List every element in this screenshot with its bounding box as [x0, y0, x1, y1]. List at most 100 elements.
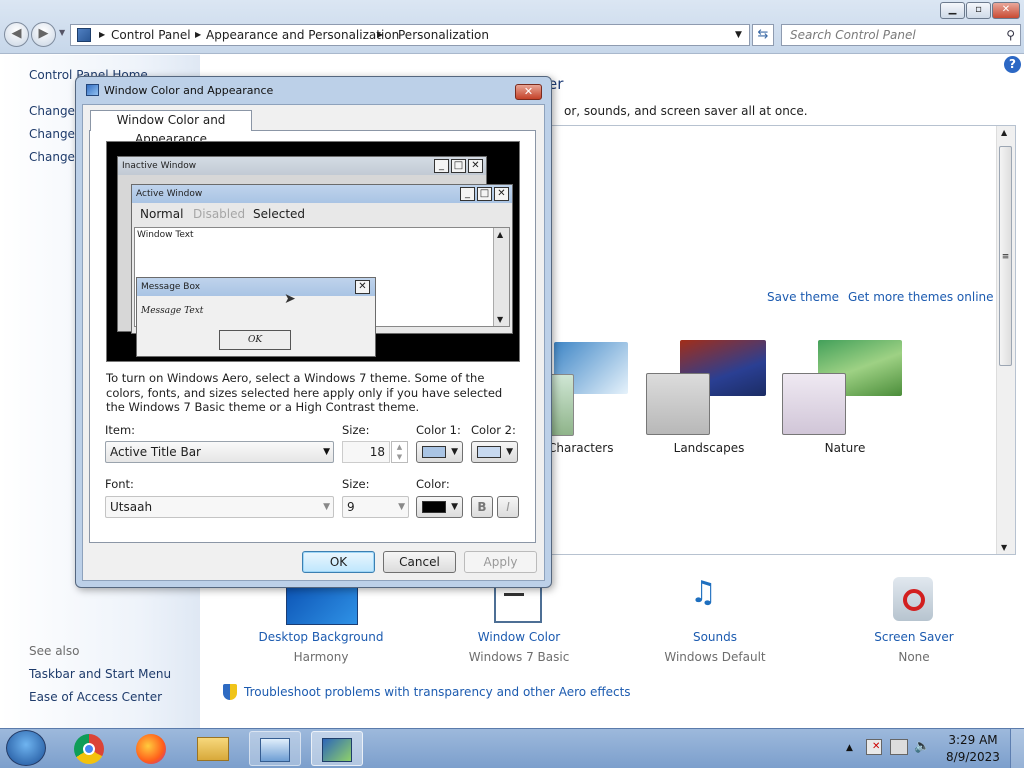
font-color-dropdown-icon: ▼ — [451, 502, 458, 512]
appearance-preview[interactable]: Inactive Window _ □ ✕ Active Window _ □ … — [106, 141, 520, 362]
search-placeholder: Search Control Panel — [790, 28, 916, 42]
clock-date[interactable]: 8/9/2023 — [942, 750, 1004, 764]
theme-name-characters: Characters — [548, 441, 614, 455]
control-panel-icon — [77, 28, 91, 42]
color2-picker[interactable]: ▼ — [471, 441, 518, 463]
theme-name-landscapes: Landscapes — [673, 441, 745, 455]
forward-button[interactable]: ▶ — [31, 22, 56, 47]
item-size-input[interactable]: 18 — [342, 441, 390, 463]
close-button[interactable]: ✕ — [992, 2, 1020, 19]
title-and-address-bar: ▁ ▫ ✕ ◀ ▶ ▼ ▶ Control Panel ▶ Appearance… — [0, 0, 1024, 54]
breadcrumb-appearance[interactable]: Appearance and Personalization — [206, 25, 399, 45]
active-close-icon: ✕ — [494, 187, 509, 201]
start-button[interactable] — [6, 730, 46, 766]
inactive-window-title: Inactive Window — [118, 157, 486, 175]
apply-button[interactable]: Apply — [464, 551, 537, 573]
theme-name-nature: Nature — [824, 441, 866, 455]
window-color-icon[interactable] — [494, 583, 542, 623]
item-select[interactable]: Active Title Bar ▼ — [105, 441, 334, 463]
volume-icon[interactable]: 🔈 — [914, 739, 930, 755]
minimize-button[interactable]: ▁ — [940, 2, 965, 19]
explorer-taskbar-icon[interactable] — [187, 731, 239, 766]
scroll-up-icon[interactable]: ▲ — [1001, 128, 1007, 137]
sounds-icon[interactable]: ♫ — [690, 575, 717, 610]
get-more-themes-link[interactable]: Get more themes online — [848, 290, 994, 304]
save-theme-link[interactable]: Save theme — [767, 290, 839, 304]
chrome-taskbar-icon[interactable] — [63, 731, 115, 766]
item-label: Item: — [105, 423, 136, 437]
font-value: Utsaah — [110, 500, 153, 514]
cancel-button[interactable]: Cancel — [383, 551, 456, 573]
address-dropdown-icon[interactable]: ▼ — [735, 25, 742, 45]
active-min-icon: _ — [460, 187, 475, 201]
back-button[interactable]: ◀ — [4, 22, 29, 47]
show-desktop-button[interactable] — [1010, 729, 1024, 768]
item-value: Active Title Bar — [110, 445, 201, 459]
search-input[interactable]: Search Control Panel ⚲ — [781, 24, 1021, 46]
screen-saver-value: None — [898, 650, 930, 664]
scroll-down-icon[interactable]: ▼ — [1001, 543, 1007, 552]
window-text: Window Text — [137, 230, 194, 240]
breadcrumb-control-panel[interactable]: Control Panel — [111, 25, 191, 45]
page-subtitle: or, sounds, and screen saver all at once… — [564, 104, 808, 118]
desktop-background-value: Harmony — [293, 650, 349, 664]
scrollbar-thumb[interactable]: ≡ — [999, 146, 1012, 366]
font-size-dropdown-icon: ▼ — [398, 502, 405, 512]
search-icon[interactable]: ⚲ — [1006, 25, 1015, 45]
screen-saver-icon[interactable] — [893, 577, 933, 621]
breadcrumb-personalization[interactable]: Personalization — [398, 25, 489, 45]
font-color-swatch — [422, 501, 446, 513]
font-label: Font: — [105, 477, 134, 491]
troubleshoot-link[interactable]: Troubleshoot problems with transparency … — [244, 685, 631, 699]
maximize-button[interactable]: ▫ — [966, 2, 991, 19]
inactive-max-icon: □ — [451, 159, 466, 173]
window-color-link[interactable]: Window Color — [439, 630, 599, 644]
dialog-title-icon — [86, 84, 99, 96]
breadcrumb-separator-icon: ▶ — [195, 30, 202, 39]
network-icon[interactable] — [890, 739, 908, 755]
color1-picker[interactable]: ▼ — [416, 441, 463, 463]
preview-message-box: Message Box ✕ Message Text OK — [136, 277, 376, 357]
bold-button[interactable]: B — [471, 496, 493, 518]
taskbar-start-menu-link[interactable]: Taskbar and Start Menu — [29, 667, 171, 681]
theme-list-scrollbar[interactable]: ≡ ▲ ▼ — [996, 126, 1015, 554]
italic-button[interactable]: I — [497, 496, 519, 518]
clock-time[interactable]: 3:29 AM — [942, 733, 1004, 747]
message-ok-button: OK — [219, 330, 291, 350]
tab-window-color[interactable]: Window Color and Appearance — [90, 110, 252, 146]
font-color-picker[interactable]: ▼ — [416, 496, 463, 518]
font-size-select[interactable]: 9 ▼ — [342, 496, 409, 518]
desktop-background-link[interactable]: Desktop Background — [241, 630, 401, 644]
message-text: Message Text — [141, 306, 204, 316]
see-also-heading: See also — [29, 644, 80, 658]
dialog-close-button[interactable]: ✕ — [515, 84, 542, 100]
item-dropdown-icon: ▼ — [323, 447, 330, 457]
sounds-link[interactable]: Sounds — [635, 630, 795, 644]
personalization-taskbar-icon[interactable] — [311, 731, 363, 766]
color1-label: Color 1: — [416, 423, 461, 437]
control-panel-taskbar-icon[interactable] — [249, 731, 301, 766]
ok-button[interactable]: OK — [302, 551, 375, 573]
action-center-icon[interactable]: ✕ — [866, 739, 882, 755]
address-bar[interactable]: ▶ Control Panel ▶ Appearance and Persona… — [70, 24, 750, 46]
help-icon[interactable]: ? — [1004, 56, 1021, 73]
refresh-icon[interactable]: ⇆ — [752, 24, 774, 46]
recent-pages-icon[interactable]: ▼ — [59, 28, 65, 37]
color2-swatch — [477, 446, 501, 458]
message-box-title: Message Box — [137, 278, 375, 296]
menu-normal: Normal — [140, 207, 184, 221]
color2-dropdown-icon: ▼ — [506, 447, 513, 457]
active-max-icon: □ — [477, 187, 492, 201]
font-dropdown-icon: ▼ — [323, 502, 330, 512]
menu-selected: Selected — [253, 207, 306, 221]
theme-landscapes[interactable] — [646, 340, 772, 435]
firefox-taskbar-icon[interactable] — [125, 731, 177, 766]
size-spinner[interactable]: ▲ ▼ — [391, 441, 408, 463]
breadcrumb-separator-icon: ▶ — [377, 30, 384, 39]
ease-of-access-link[interactable]: Ease of Access Center — [29, 690, 162, 704]
font-color-label: Color: — [416, 477, 450, 491]
show-hidden-icons[interactable]: ▲ — [846, 743, 853, 753]
theme-nature[interactable] — [782, 340, 908, 435]
font-select[interactable]: Utsaah ▼ — [105, 496, 334, 518]
screen-saver-link[interactable]: Screen Saver — [834, 630, 994, 644]
